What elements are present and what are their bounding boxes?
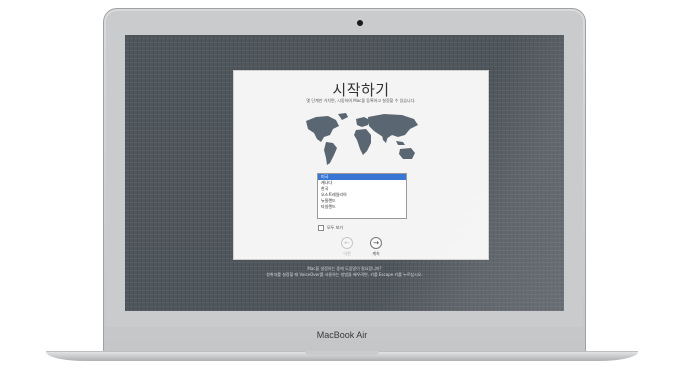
page-title: 시작하기 — [332, 81, 390, 99]
world-map-icon — [306, 113, 418, 165]
camera-icon — [357, 20, 363, 26]
show-all-row[interactable]: 모두 보기 — [318, 225, 343, 231]
show-all-label: 모두 보기 — [327, 225, 343, 230]
lid-opening-notch — [305, 351, 379, 355]
country-list[interactable]: 미국 캐나다 한국 오스트레일리아 뉴질랜드 타일랜드 — [317, 173, 407, 219]
list-item[interactable]: 타일랜드 — [318, 204, 406, 210]
page-subtitle: 몇 단계만 거치면, 시동하여 Mac을 등록하고 설정할 수 있습니다. — [306, 98, 416, 103]
continue-button[interactable]: → — [370, 237, 382, 249]
brand-label: MacBook Air — [316, 330, 368, 340]
setup-assistant-screen: 시작하기 몇 단계만 거치면, 시동하여 Mac을 등록하고 설정할 수 있습니… — [125, 35, 564, 311]
arrow-right-icon: → — [373, 239, 379, 247]
continue-label: 계속 — [372, 251, 380, 256]
back-label: 이전 — [343, 251, 351, 256]
arrow-left-icon: ← — [344, 239, 350, 247]
back-button[interactable]: ← — [341, 237, 353, 249]
show-all-checkbox[interactable] — [318, 225, 324, 231]
macbook-air: 시작하기 몇 단계만 거치면, 시동하여 Mac을 등록하고 설정할 수 있습니… — [0, 0, 684, 369]
